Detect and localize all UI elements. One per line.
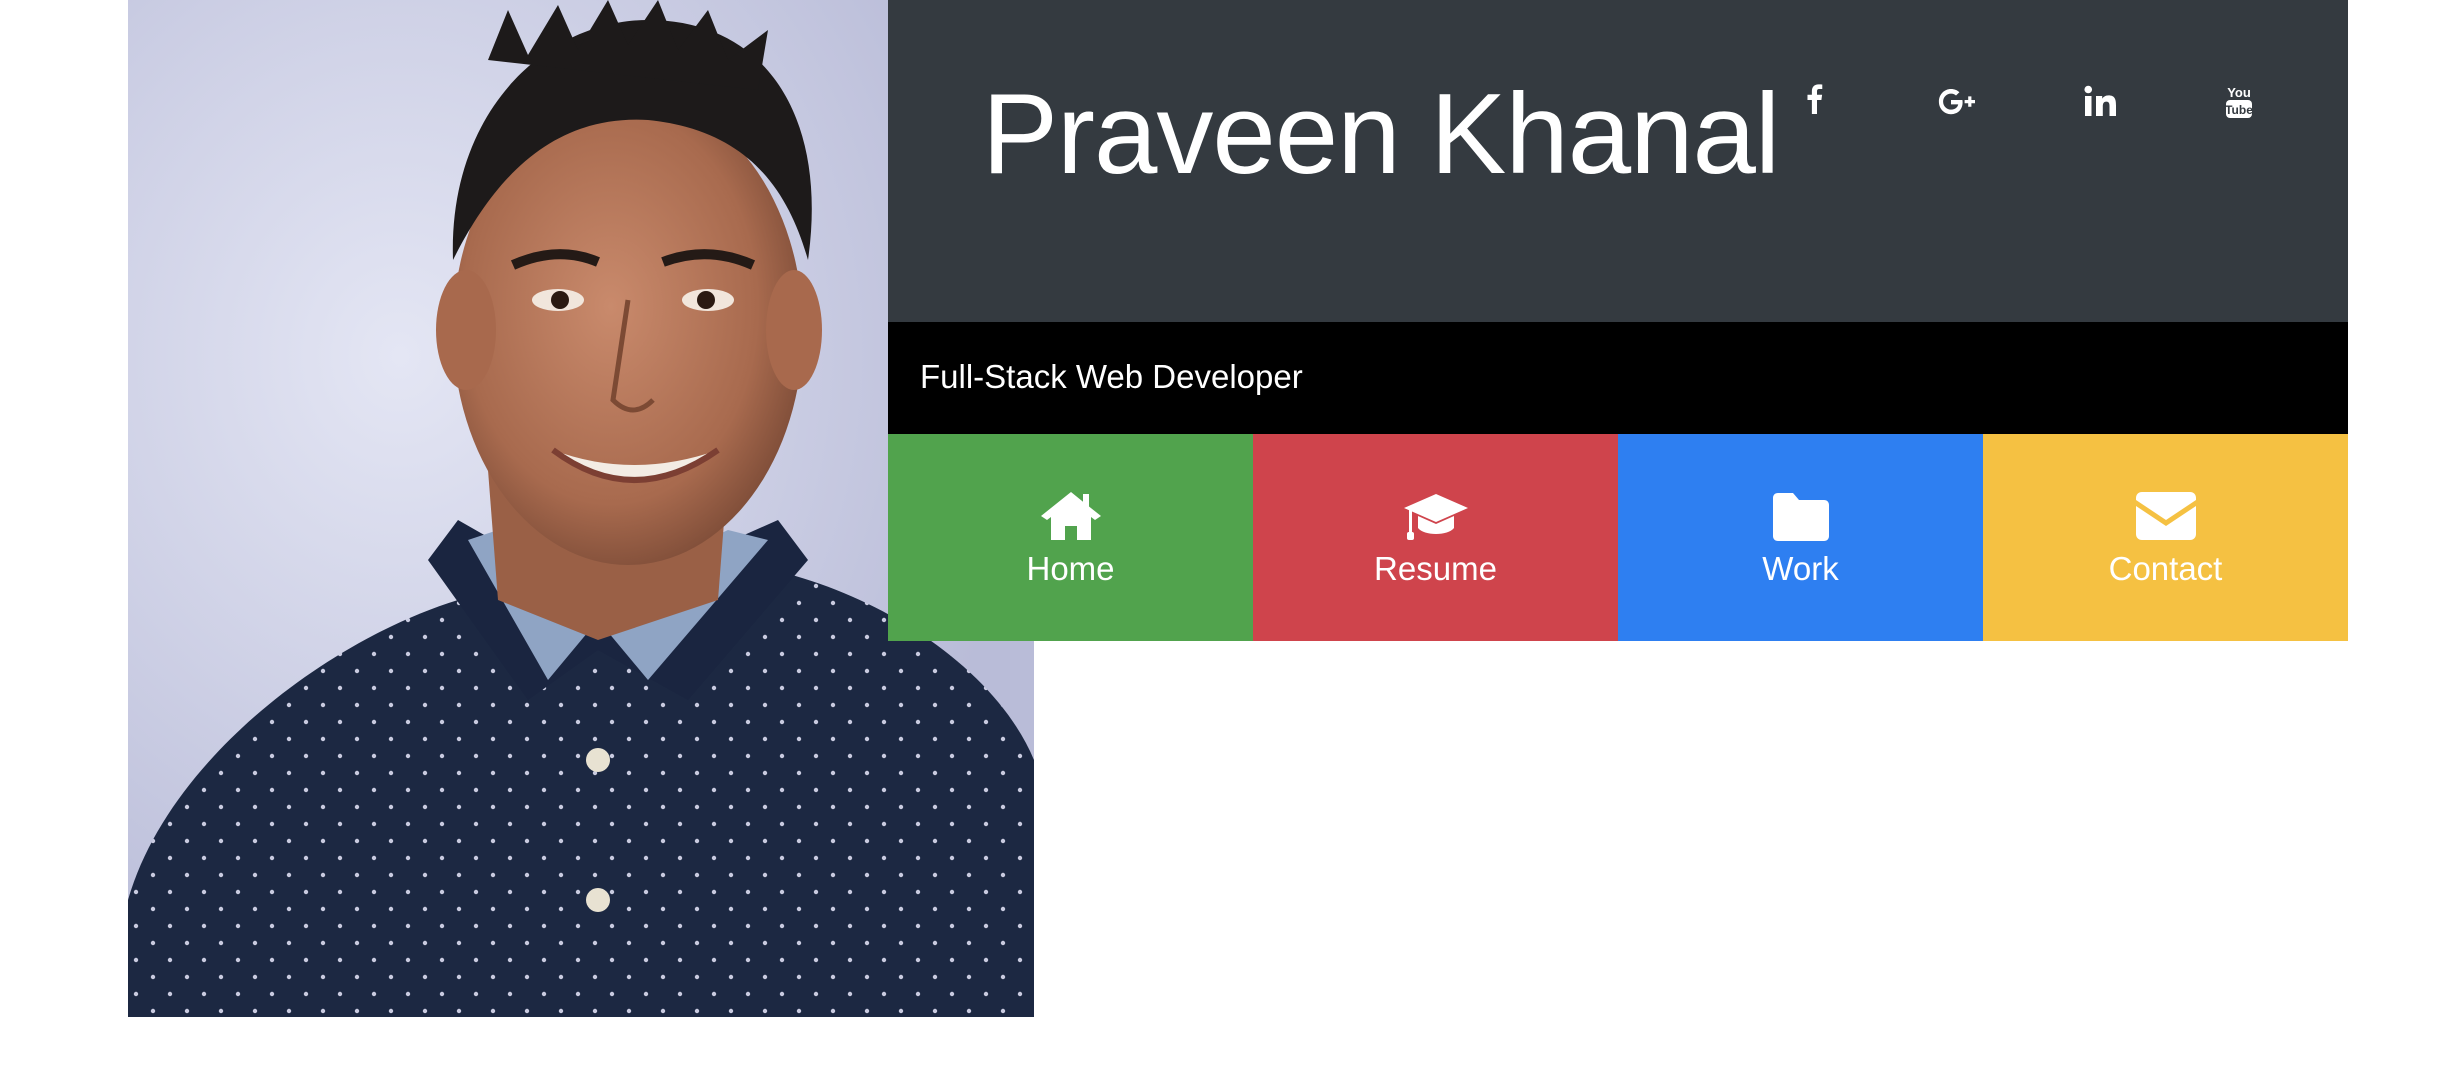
youtube-link[interactable]: You Tube	[2209, 72, 2269, 132]
linkedin-icon	[2084, 85, 2116, 116]
nav-work-button[interactable]: Work	[1618, 434, 1983, 641]
main-nav: Home Resume Work Contact	[888, 434, 2348, 641]
nav-resume-button[interactable]: Resume	[1253, 434, 1618, 641]
tagline-bar: Full-Stack Web Developer	[888, 322, 2348, 434]
facebook-icon	[1807, 84, 1823, 114]
facebook-link[interactable]	[1785, 72, 1845, 132]
nav-contact-label: Contact	[2108, 549, 2223, 587]
social-links: You Tube	[888, 72, 2348, 132]
svg-text:You: You	[2227, 85, 2251, 100]
tagline-text: Full-Stack Web Developer	[920, 358, 1303, 395]
nav-work-label: Work	[1762, 549, 1839, 587]
envelope-icon	[2135, 491, 2196, 540]
youtube-icon: You Tube	[2225, 85, 2253, 118]
linkedin-link[interactable]	[2070, 72, 2130, 132]
home-icon	[1040, 491, 1101, 540]
graduation-cap-icon	[1403, 493, 1468, 540]
nav-resume-label: Resume	[1374, 549, 1497, 587]
nav-home-label: Home	[1026, 549, 1115, 587]
page: Praveen Khanal You Tube Full-Stack Web D…	[0, 0, 2452, 1086]
google-plus-link[interactable]	[1927, 72, 1987, 132]
google-plus-icon	[1938, 89, 1975, 115]
svg-text:Tube: Tube	[2225, 103, 2253, 117]
folder-icon	[1772, 492, 1829, 541]
nav-contact-button[interactable]: Contact	[1983, 434, 2348, 641]
header: Praveen Khanal You Tube	[888, 0, 2348, 322]
nav-home-button[interactable]: Home	[888, 434, 1253, 641]
